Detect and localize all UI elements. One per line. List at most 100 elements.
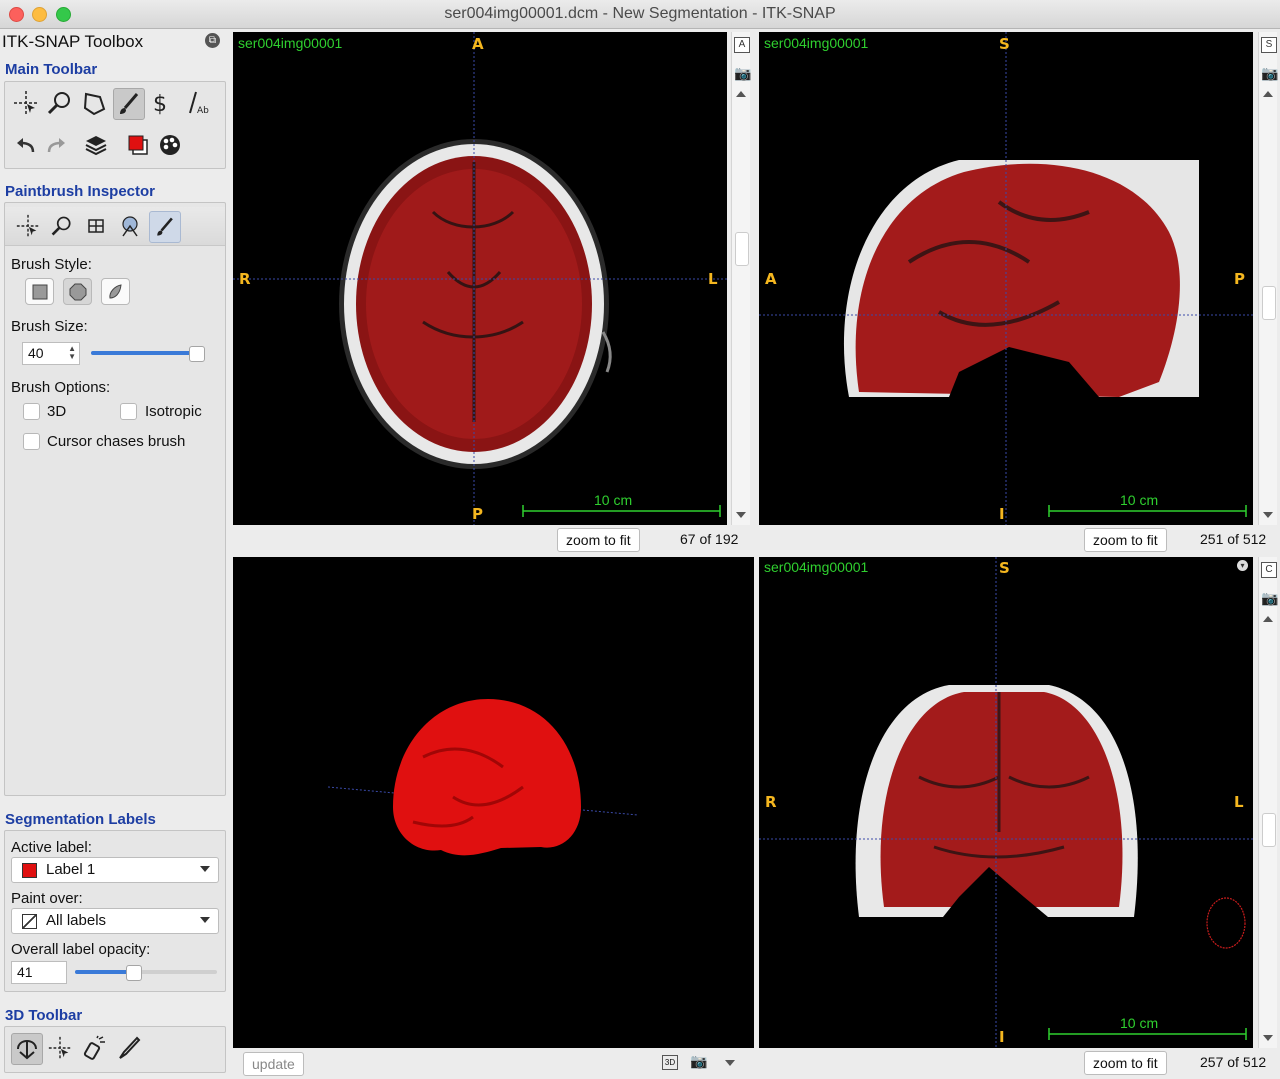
camera-icon[interactable]: 📷: [734, 65, 751, 82]
scroll-up-icon[interactable]: [1263, 91, 1273, 97]
brush-round-button[interactable]: [63, 278, 92, 305]
label-color-swatch: [22, 863, 37, 878]
axial-zoom-to-fit-button[interactable]: zoom to fit: [557, 528, 640, 552]
coronal-side-bar: C 📷: [1258, 557, 1278, 1048]
scroll-down-icon[interactable]: [736, 512, 746, 518]
zoom-icon[interactable]: [45, 88, 75, 118]
sagittal-layout-button[interactable]: S: [1261, 37, 1277, 53]
paintbrush-icon[interactable]: [113, 88, 145, 120]
chevron-down-icon: [200, 917, 210, 923]
sagittal-image-name: ser004img00001: [764, 35, 869, 51]
paintbrush-inspector-panel: Brush Style: Brush Size: 40 ▲ ▼ Brush Opt…: [4, 202, 226, 796]
checkbox-cursor-chases[interactable]: [23, 433, 40, 450]
brush-options-label: Brush Options:: [11, 379, 111, 396]
axial-slice-indicator: 67 of 192: [680, 531, 739, 547]
render-3d-view[interactable]: [233, 557, 754, 1048]
option-3d-label: 3D: [47, 403, 67, 420]
opacity-slider-fill: [75, 970, 134, 974]
crosshair-3d-icon[interactable]: [45, 1033, 75, 1063]
chevron-down-icon[interactable]: ▾: [1237, 560, 1248, 571]
active-label-value: Label 1: [46, 861, 96, 878]
grid-mode-icon[interactable]: [81, 211, 111, 241]
coronal-layout-button[interactable]: C: [1261, 562, 1277, 578]
option-cursor-chases-label: Cursor chases brush: [47, 433, 186, 450]
polygon-icon[interactable]: [79, 88, 109, 118]
chevron-down-icon[interactable]: [725, 1060, 735, 1066]
target-mode-icon[interactable]: [115, 211, 145, 241]
sagittal-zoom-to-fit-button[interactable]: zoom to fit: [1084, 528, 1167, 552]
paint-over-caption: Paint over:: [11, 890, 83, 907]
sagittal-orient-left: A: [765, 270, 777, 288]
axial-orient-left: R: [239, 270, 251, 288]
brush-adaptive-button[interactable]: [101, 278, 130, 305]
main-toolbar-heading: Main Toolbar: [5, 61, 98, 78]
sagittal-orient-top: S: [999, 35, 1010, 53]
camera-icon[interactable]: 📷: [690, 1053, 707, 1070]
spin-arrows-icon[interactable]: ▲ ▼: [68, 345, 76, 361]
sagittal-orient-right: P: [1234, 270, 1245, 288]
axial-view[interactable]: ser004img00001 A P R L 10 cm: [233, 32, 727, 525]
crosshair-mode-icon[interactable]: [13, 211, 43, 241]
toolbar-3d-heading: 3D Toolbar: [5, 1007, 83, 1024]
svg-text:$: $: [153, 92, 167, 117]
sagittal-view[interactable]: ser004img00001 S I A P 10 cm: [759, 32, 1253, 525]
coronal-orient-left: R: [765, 793, 777, 811]
coronal-scroll-thumb[interactable]: [1262, 813, 1276, 847]
segmentation-labels-panel: Active label: Label 1 Paint over: All la…: [4, 830, 226, 992]
brush-square-button[interactable]: [25, 278, 54, 305]
coronal-zoom-to-fit-button[interactable]: zoom to fit: [1084, 1051, 1167, 1075]
coronal-view[interactable]: ser004img00001 S I R L 10 cm ▾: [759, 557, 1253, 1048]
axial-scroll-thumb[interactable]: [735, 232, 749, 266]
brush-style-label: Brush Style:: [11, 256, 92, 273]
axial-side-bar: A 📷: [731, 32, 751, 525]
toolbox-title: ITK-SNAP Toolbox: [2, 32, 144, 51]
scalpel-3d-icon[interactable]: [113, 1033, 143, 1063]
paint-over-value: All labels: [46, 912, 107, 929]
brush-slider-knob[interactable]: [188, 346, 205, 362]
coronal-slice-indicator: 257 of 512: [1200, 1054, 1267, 1070]
redo-icon[interactable]: [41, 130, 71, 160]
scroll-down-icon[interactable]: [1263, 512, 1273, 518]
undock-icon[interactable]: ⧉: [205, 33, 220, 48]
undo-icon[interactable]: [11, 130, 41, 160]
scroll-up-icon[interactable]: [736, 91, 746, 97]
layers-icon[interactable]: [81, 130, 111, 160]
3d-layout-icon[interactable]: 3D: [662, 1055, 678, 1070]
sagittal-orient-bottom: I: [999, 505, 1005, 523]
brush-size-value: 40: [28, 345, 44, 361]
opacity-value: 41: [17, 964, 33, 980]
opacity-spinbox[interactable]: 41: [11, 961, 67, 984]
active-label-combo[interactable]: Label 1: [11, 857, 219, 883]
snake-icon[interactable]: $: [147, 88, 177, 118]
chevron-down-icon: [200, 866, 210, 872]
scroll-up-icon[interactable]: [1263, 616, 1273, 622]
checkbox-3d[interactable]: [23, 403, 40, 420]
palette-icon[interactable]: [155, 130, 185, 160]
brush-mode-icon[interactable]: [149, 211, 181, 243]
camera-icon[interactable]: 📷: [1261, 590, 1278, 607]
camera-icon[interactable]: 📷: [1261, 65, 1278, 82]
coronal-orient-top: S: [999, 559, 1010, 577]
brush-slider-fill: [91, 351, 196, 355]
crosshair-icon[interactable]: [11, 88, 41, 118]
paint-over-combo[interactable]: All labels: [11, 908, 219, 934]
active-label-caption: Active label:: [11, 839, 92, 856]
checkbox-isotropic[interactable]: [120, 403, 137, 420]
axial-orient-top: A: [472, 35, 484, 53]
rotate-3d-icon[interactable]: [11, 1033, 43, 1065]
spray-3d-icon[interactable]: [79, 1033, 109, 1063]
all-labels-swatch-icon: [22, 914, 37, 929]
opacity-slider-knob[interactable]: [126, 965, 143, 981]
sagittal-side-bar: S 📷: [1258, 32, 1278, 525]
label-color-icon[interactable]: [123, 130, 153, 160]
axial-layout-button[interactable]: A: [734, 37, 750, 53]
toolbar-3d-panel: [4, 1026, 226, 1073]
option-isotropic-label: Isotropic: [145, 403, 202, 420]
zoom-mode-icon[interactable]: [47, 211, 77, 241]
sagittal-scroll-thumb[interactable]: [1262, 286, 1276, 320]
axial-orient-right: L: [708, 270, 718, 288]
update-button[interactable]: update: [243, 1052, 304, 1076]
annotation-icon[interactable]: Ab: [181, 88, 211, 118]
scroll-down-icon[interactable]: [1263, 1035, 1273, 1041]
brush-size-spinbox[interactable]: 40 ▲ ▼: [22, 342, 80, 365]
